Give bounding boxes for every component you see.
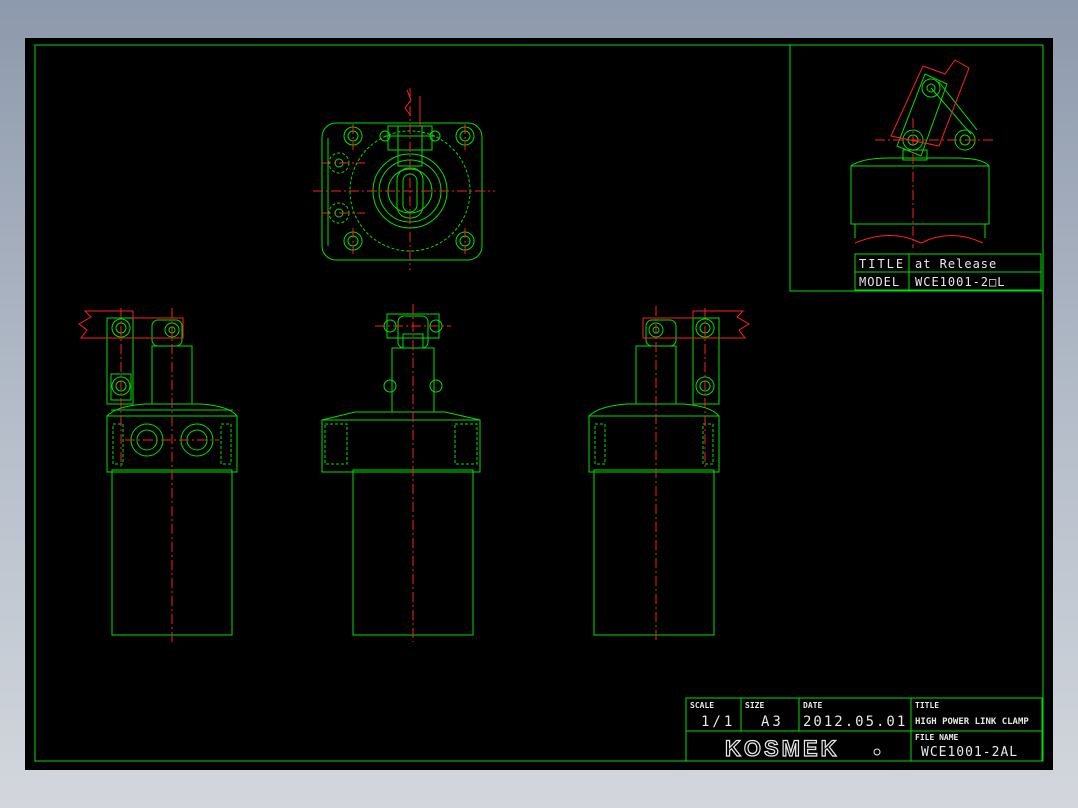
size-label: SIZE xyxy=(745,701,764,710)
inset-model-value: WCE1001-2□L xyxy=(915,275,1005,289)
title-block: SCALE 1/1 SIZE A3 DATE 2012.05.01 TITLE … xyxy=(685,697,1043,762)
date-label: DATE xyxy=(803,701,822,710)
date-value: 2012.05.01 xyxy=(803,714,907,730)
front-view-right xyxy=(588,306,750,642)
release-inset: TITLE at Release MODEL WCE1001-2□L xyxy=(789,44,1044,292)
registered-mark xyxy=(873,748,881,756)
file-name-label: FILE NAME xyxy=(915,733,959,742)
scale-label: SCALE xyxy=(690,701,714,710)
side-view-center xyxy=(321,304,481,642)
inset-model-label: MODEL xyxy=(859,275,900,289)
front-view-left xyxy=(78,308,238,642)
file-name-value: WCE1001-2AL xyxy=(921,745,1018,760)
title-value: HIGH POWER LINK CLAMP xyxy=(915,717,1029,727)
drawing-sheet: TITLE at Release MODEL WCE1001-2□L SCALE… xyxy=(25,38,1053,770)
title-label: TITLE xyxy=(915,701,939,710)
size-value: A3 xyxy=(761,714,784,730)
kosmek-logo: KOSMEK xyxy=(725,736,840,761)
top-view xyxy=(313,88,495,270)
inset-title-value: at Release xyxy=(915,257,997,271)
inset-title-label: TITLE xyxy=(859,257,905,271)
scale-value: 1/1 xyxy=(701,714,735,730)
cad-drawing: TITLE at Release MODEL WCE1001-2□L SCALE… xyxy=(34,44,1044,762)
drawing-border xyxy=(34,44,1044,762)
